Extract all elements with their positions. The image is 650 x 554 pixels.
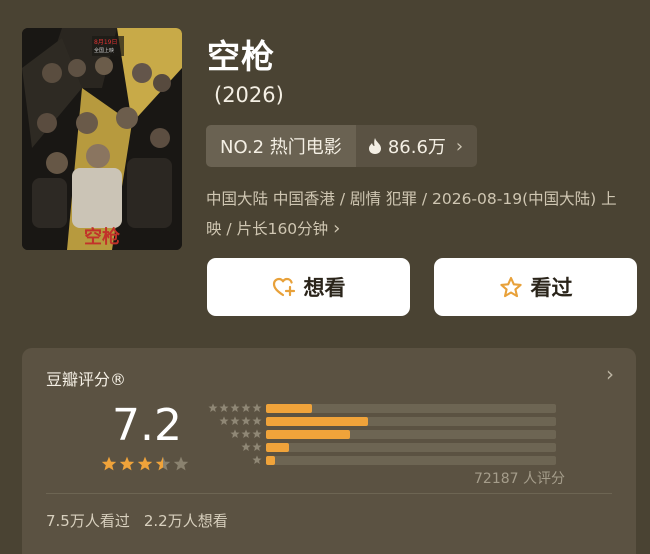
movie-title: 空枪 <box>207 37 275 76</box>
distribution-track <box>266 430 556 439</box>
flame-icon <box>368 138 381 154</box>
distribution-stars <box>204 455 262 465</box>
rank-label: NO.2 热门电影 <box>206 125 356 167</box>
star-icon <box>252 403 262 412</box>
chevron-right-icon: › <box>333 218 341 239</box>
seen-label: 看过 <box>530 276 573 300</box>
star-icon <box>219 403 229 412</box>
star-icon <box>230 416 240 425</box>
distribution-row <box>204 416 584 427</box>
rating-card[interactable]: 豆瓣评分® › 7.2 72187 人评分 7.5万人看过 2.2万人想看 <box>22 348 636 554</box>
distribution-bar <box>266 404 313 413</box>
rating-score: 7.2 <box>112 400 182 451</box>
star-icon <box>137 456 153 471</box>
watched-button[interactable]: 看过 <box>434 258 637 316</box>
ranking-badge[interactable]: NO.2 热门电影 86.6万 › <box>206 125 478 167</box>
star-icon <box>173 456 189 471</box>
star-icon <box>119 456 135 471</box>
distribution-stars <box>204 416 262 426</box>
svg-text:空枪: 空枪 <box>84 226 120 248</box>
distribution-stars <box>204 403 262 413</box>
rating-header: 豆瓣评分® <box>46 370 127 389</box>
rating-count: 72187 人评分 <box>474 471 565 487</box>
star-icon <box>241 442 251 451</box>
want-count: 2.2万人想看 <box>143 512 228 530</box>
star-icon <box>241 403 251 412</box>
star-icon <box>241 416 251 425</box>
movie-meta[interactable]: 中国大陆 中国香港 / 剧情 犯罪 / 2026-08-19(中国大陆) 上映 … <box>206 185 626 244</box>
seen-count: 7.5万人看过 <box>46 512 130 530</box>
heart-plus-icon <box>272 277 295 297</box>
star-icon <box>230 403 240 412</box>
movie-poster[interactable]: 空枪 8月19日 全国上映 <box>22 28 182 250</box>
star-icon <box>252 429 262 438</box>
meta-text: 中国大陆 中国香港 / 剧情 犯罪 / 2026-08-19(中国大陆) 上映 … <box>206 190 617 238</box>
distribution-bar <box>266 443 290 452</box>
distribution-row <box>204 403 584 414</box>
distribution-bar <box>266 417 368 426</box>
distribution-row <box>204 429 584 440</box>
distribution-stars <box>204 429 262 439</box>
star-outline-icon <box>499 276 522 297</box>
distribution-row <box>204 442 584 453</box>
distribution-track <box>266 404 556 413</box>
distribution-track <box>266 456 556 465</box>
distribution-track <box>266 443 556 452</box>
star-icon <box>241 429 251 438</box>
chevron-right-icon[interactable]: › <box>606 362 614 386</box>
star-icon <box>155 456 171 471</box>
want-to-watch-button[interactable]: 想看 <box>207 258 410 316</box>
distribution-bar <box>266 456 275 465</box>
star-icon <box>208 403 218 412</box>
svg-text:全国上映: 全国上映 <box>94 47 114 54</box>
star-icon <box>252 442 262 451</box>
movie-year: (2026) <box>214 83 284 107</box>
star-icon <box>219 416 229 425</box>
chevron-right-icon: › <box>455 135 464 157</box>
star-icon <box>230 429 240 438</box>
rating-stars <box>101 456 189 472</box>
distribution-stars <box>204 442 262 452</box>
distribution-track <box>266 417 556 426</box>
star-icon <box>101 456 117 471</box>
svg-text:8月19日: 8月19日 <box>94 39 117 46</box>
heat-stat[interactable]: 86.6万 › <box>355 125 478 167</box>
heat-value: 86.6万 <box>387 137 446 158</box>
want-label: 想看 <box>303 276 346 300</box>
poster-image: 空枪 8月19日 全国上映 <box>22 28 182 250</box>
star-icon <box>252 416 262 425</box>
star-icon <box>252 455 262 464</box>
audience-stats: 7.5万人看过 2.2万人想看 <box>46 510 228 531</box>
divider <box>46 493 612 494</box>
distribution-bar <box>266 430 351 439</box>
distribution-row <box>204 455 584 466</box>
